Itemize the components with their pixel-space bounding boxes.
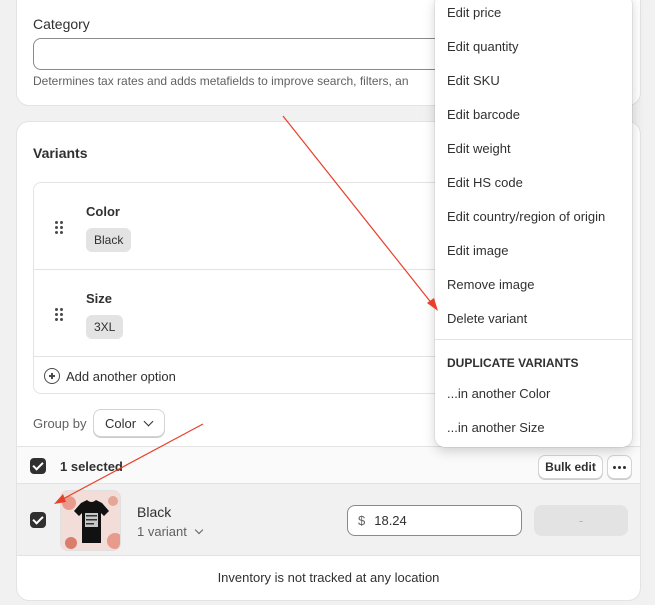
menu-item-duplicate-size[interactable]: ...in another Size bbox=[447, 420, 545, 435]
variant-image[interactable] bbox=[60, 490, 121, 551]
menu-item-edit-image[interactable]: Edit image bbox=[447, 243, 508, 258]
menu-item-remove-image[interactable]: Remove image bbox=[447, 277, 534, 292]
option-value-tag: 3XL bbox=[86, 315, 124, 339]
menu-item-edit-sku[interactable]: Edit SKU bbox=[447, 73, 500, 88]
menu-item-edit-origin[interactable]: Edit country/region of origin bbox=[447, 209, 605, 224]
menu-item-edit-price[interactable]: Edit price bbox=[447, 5, 501, 20]
drag-handle-icon[interactable] bbox=[55, 221, 65, 235]
option-value-tag: Black bbox=[86, 228, 132, 252]
group-by-value: Color bbox=[105, 415, 137, 431]
chevron-down-icon bbox=[194, 525, 204, 534]
option-name: Size bbox=[86, 291, 113, 306]
chevron-down-icon bbox=[143, 416, 154, 426]
selection-bar: 1 selected Bulk edit bbox=[17, 446, 640, 484]
option-name: Color bbox=[86, 204, 120, 219]
variant-count-toggle[interactable]: 1 variant bbox=[137, 524, 204, 539]
menu-item-edit-hs-code[interactable]: Edit HS code bbox=[447, 175, 523, 190]
menu-item-edit-quantity[interactable]: Edit quantity bbox=[447, 39, 519, 54]
menu-item-edit-barcode[interactable]: Edit barcode bbox=[447, 107, 520, 122]
category-help-text: Determines tax rates and adds metafields… bbox=[33, 74, 409, 88]
variant-count-label: 1 variant bbox=[137, 524, 187, 539]
currency-symbol: $ bbox=[358, 513, 366, 528]
tshirt-image bbox=[61, 491, 120, 550]
add-option-button[interactable]: Add another option bbox=[44, 367, 176, 385]
menu-item-edit-weight[interactable]: Edit weight bbox=[447, 141, 511, 156]
select-all-checkbox[interactable] bbox=[30, 458, 46, 474]
more-actions-button[interactable] bbox=[607, 455, 632, 479]
variant-name: Black bbox=[137, 504, 172, 520]
bulk-actions-menu: Edit price Edit quantity Edit SKU Edit b… bbox=[435, 0, 632, 447]
drag-handle-icon[interactable] bbox=[55, 308, 65, 322]
bulk-edit-button[interactable]: Bulk edit bbox=[538, 455, 603, 479]
variants-title: Variants bbox=[33, 145, 88, 161]
ellipsis-icon bbox=[613, 465, 616, 469]
category-label: Category bbox=[33, 16, 90, 32]
selected-count: 1 selected bbox=[60, 459, 123, 474]
plus-circle-icon bbox=[44, 368, 60, 384]
menu-item-delete-variant[interactable]: Delete variant bbox=[447, 311, 527, 326]
menu-divider bbox=[435, 339, 632, 340]
variant-row-checkbox[interactable] bbox=[30, 512, 46, 528]
quantity-input: - bbox=[534, 505, 628, 536]
menu-item-duplicate-color[interactable]: ...in another Color bbox=[447, 386, 550, 401]
duplicate-variants-heading: DUPLICATE VARIANTS bbox=[447, 356, 579, 370]
group-by-label: Group by bbox=[33, 416, 87, 431]
price-input[interactable]: $ 18.24 bbox=[347, 505, 522, 536]
variant-row[interactable]: Black 1 variant $ 18.24 - bbox=[17, 484, 640, 556]
add-option-label: Add another option bbox=[66, 368, 176, 384]
inventory-note: Inventory is not tracked at any location bbox=[217, 570, 440, 585]
group-by-select[interactable]: Color bbox=[93, 409, 165, 437]
price-value: 18.24 bbox=[374, 513, 407, 528]
